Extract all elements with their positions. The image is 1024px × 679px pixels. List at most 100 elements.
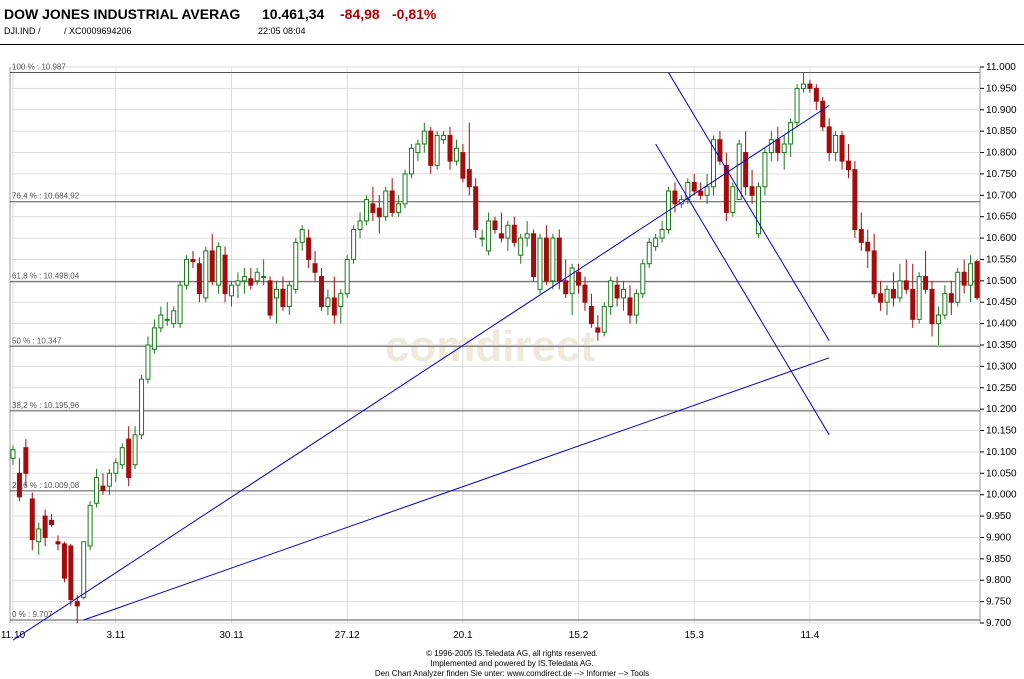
candle-body	[755, 186, 761, 235]
candle-body	[267, 280, 273, 316]
candle	[730, 182, 736, 217]
candle-body	[81, 541, 87, 598]
candle-body	[865, 241, 871, 252]
candle-body	[633, 293, 639, 316]
candle-body	[897, 280, 903, 299]
candle-body	[935, 314, 941, 325]
candle-body	[646, 241, 652, 265]
candle	[267, 276, 273, 320]
candle-body	[595, 327, 601, 333]
quote-header: DOW JONES INDUSTRIAL AVERAG 10.461,34 -8…	[0, 0, 1024, 45]
candle-body	[16, 472, 22, 498]
candle-body	[807, 83, 813, 89]
candle-body	[878, 293, 884, 303]
candle	[81, 541, 87, 600]
candle-body	[608, 280, 614, 308]
candle	[177, 280, 183, 328]
candle-body	[318, 276, 324, 308]
candle-body	[852, 169, 858, 231]
candle-body	[453, 147, 459, 162]
fibonacci-label: 100 % : 10.987	[12, 63, 66, 72]
candle-body	[42, 515, 48, 538]
quote-time: 22:05 08:04	[258, 26, 306, 36]
candle-body	[588, 306, 594, 325]
candle-body	[794, 87, 800, 124]
candle-body	[49, 519, 55, 526]
candle-body	[524, 233, 530, 239]
y-tick-label: 10.600	[986, 233, 1017, 244]
candle-body	[145, 344, 151, 380]
candle-body	[691, 181, 697, 192]
x-tick-label: 11.10	[1, 630, 26, 641]
candle-body	[974, 261, 980, 299]
x-tick-label: 27.12	[335, 630, 360, 641]
candle-body	[537, 237, 543, 290]
candle	[916, 272, 922, 324]
x-tick-label: 3.11	[106, 630, 125, 641]
candle-body	[511, 224, 517, 243]
candle-body	[582, 284, 588, 303]
candle-body	[621, 288, 627, 299]
candle-body	[743, 152, 749, 188]
candle-body	[466, 169, 472, 188]
instrument-symbol: DJI.IND /	[4, 26, 41, 36]
candle-body	[672, 190, 678, 205]
candle-body	[126, 438, 132, 479]
candle-body	[106, 472, 112, 487]
candle-body	[833, 134, 839, 154]
y-tick-label: 10.250	[986, 383, 1017, 394]
candle-body	[531, 233, 537, 278]
candle-body	[473, 186, 479, 231]
candle	[344, 255, 350, 298]
candle	[794, 84, 800, 127]
candle-body	[556, 237, 562, 282]
candle-body	[698, 190, 704, 196]
candle-body	[942, 293, 948, 316]
candle	[184, 255, 190, 290]
candle-body	[402, 173, 408, 205]
y-tick-label: 11.000	[986, 62, 1016, 73]
candle-body	[331, 297, 337, 316]
candle-body	[601, 306, 607, 333]
candle	[473, 178, 479, 239]
candle-body	[132, 434, 138, 466]
candle	[203, 246, 209, 303]
candle-body	[29, 498, 35, 541]
candle-body	[203, 250, 209, 299]
candle-body	[351, 229, 357, 260]
x-tick-label: 20.1	[453, 630, 473, 641]
candle-body	[151, 327, 157, 350]
candle	[139, 374, 145, 440]
y-tick-label: 10.950	[986, 83, 1017, 94]
y-tick-label: 10.500	[986, 276, 1017, 287]
candle-body	[460, 152, 466, 179]
y-tick-label: 10.750	[986, 169, 1017, 180]
candle-body	[229, 284, 235, 297]
candle-body	[254, 271, 260, 282]
candle-body	[961, 271, 967, 286]
candle-body	[884, 288, 890, 303]
candle-body	[113, 462, 119, 474]
candle-body	[653, 237, 659, 248]
x-tick-label: 15.3	[684, 630, 704, 641]
candle-body	[479, 237, 485, 240]
candle-body	[68, 545, 74, 600]
y-tick-label: 9.850	[986, 554, 1011, 565]
candle	[550, 233, 556, 290]
candle-body	[820, 100, 826, 128]
x-tick-label: 11.4	[801, 630, 820, 641]
candle-body	[569, 267, 575, 295]
candle-body	[139, 378, 145, 436]
candle	[955, 268, 961, 307]
chart-analyzer-text: Den Chart Analyzer finden Sie unter: www…	[374, 669, 650, 678]
candle-body	[916, 276, 922, 320]
candle-body	[325, 297, 331, 308]
y-tick-label: 9.750	[986, 597, 1011, 608]
candle-body	[704, 186, 710, 196]
candle-body	[929, 288, 935, 325]
y-tick-label: 10.350	[986, 340, 1017, 351]
candlestick-chart[interactable]: 11.000 10.950 10.900 10.850 10.800 10.750 10.7…	[0, 45, 1024, 647]
candle-body	[241, 276, 247, 282]
candle-body	[434, 134, 440, 166]
candle-body	[781, 143, 787, 154]
